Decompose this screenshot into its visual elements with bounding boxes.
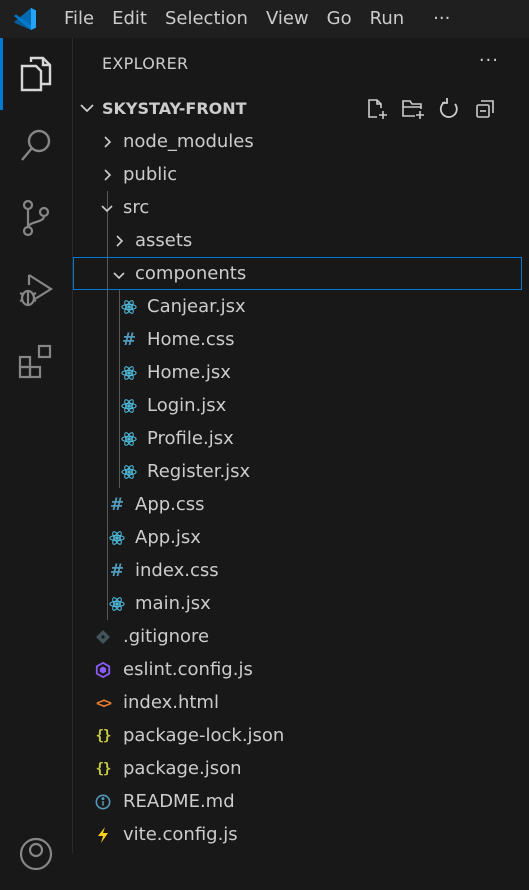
tree-item-index-css[interactable]: # index.css xyxy=(73,554,529,587)
explorer-header: EXPLORER xyxy=(102,54,189,73)
tree-item-readme[interactable]: README.md xyxy=(73,785,529,818)
tree-item-public[interactable]: public xyxy=(73,158,529,191)
tree-item-label: Profile.jsx xyxy=(147,428,234,449)
extensions-icon[interactable] xyxy=(0,326,72,398)
tree-item-src[interactable]: src xyxy=(73,191,529,224)
explorer-icon[interactable] xyxy=(0,38,72,110)
tree-item-label: README.md xyxy=(123,791,235,812)
source-control-icon[interactable] xyxy=(0,182,72,254)
tree-item-label: public xyxy=(123,164,178,185)
tree-item-home-css[interactable]: # Home.css xyxy=(73,323,529,356)
react-icon xyxy=(109,521,125,554)
tree-item-label: Home.jsx xyxy=(147,362,231,383)
tree-item-label: Canjear.jsx xyxy=(147,296,246,317)
tree-item-gitignore[interactable]: .gitignore xyxy=(73,620,529,653)
tree-item-app-jsx[interactable]: App.jsx xyxy=(73,521,529,554)
tree-item-label: src xyxy=(123,197,150,218)
tree-item-app-css[interactable]: # App.css xyxy=(73,488,529,521)
tree-item-label: vite.config.js xyxy=(123,824,238,845)
collapse-all-icon[interactable] xyxy=(471,97,499,121)
tree-item-profile-jsx[interactable]: Profile.jsx xyxy=(73,422,529,455)
tree-item-node-modules[interactable]: node_modules xyxy=(73,125,529,158)
tree-item-login-jsx[interactable]: Login.jsx xyxy=(73,389,529,422)
activity-bar xyxy=(0,38,73,871)
tree-item-label: App.jsx xyxy=(135,527,201,548)
tree-item-label: .gitignore xyxy=(123,626,210,647)
info-icon xyxy=(95,785,111,818)
tree-item-label: Home.css xyxy=(147,329,235,350)
tree-item-home-jsx[interactable]: Home.jsx xyxy=(73,356,529,389)
react-icon xyxy=(121,422,137,455)
chevron-down-icon xyxy=(99,191,115,224)
menu-view[interactable]: View xyxy=(257,0,318,38)
menu-edit[interactable]: Edit xyxy=(103,0,156,38)
tree-item-register-jsx[interactable]: Register.jsx xyxy=(73,455,529,488)
css-hash-icon: # xyxy=(109,494,125,515)
tree-item-eslint-config[interactable]: eslint.config.js xyxy=(73,653,529,686)
tree-item-vite-config[interactable]: vite.config.js xyxy=(73,818,529,851)
chevron-down-icon xyxy=(111,258,127,291)
vite-bolt-icon xyxy=(95,818,111,851)
tree-item-label: App.css xyxy=(135,494,205,515)
chevron-right-icon xyxy=(99,125,115,158)
tree-item-label: main.jsx xyxy=(135,593,211,614)
css-hash-icon: # xyxy=(121,329,137,350)
vscode-logo-icon[interactable] xyxy=(0,0,50,38)
chevron-down-icon xyxy=(79,100,95,120)
tree-item-label: package.json xyxy=(123,758,242,779)
new-folder-icon[interactable] xyxy=(399,97,427,121)
react-icon xyxy=(121,389,137,422)
tree-item-assets[interactable]: assets xyxy=(73,224,529,257)
menu-file[interactable]: File xyxy=(50,0,103,38)
project-name: SKYSTAY-FRONT xyxy=(102,99,247,118)
css-hash-icon: # xyxy=(109,560,125,581)
tree-item-label: package-lock.json xyxy=(123,725,285,746)
react-icon xyxy=(121,290,137,323)
react-icon xyxy=(109,587,125,620)
chevron-right-icon xyxy=(99,158,115,191)
eslint-icon xyxy=(95,653,111,686)
tree-item-label: Login.jsx xyxy=(147,395,227,416)
new-file-icon[interactable] xyxy=(363,97,391,121)
tree-item-label: node_modules xyxy=(123,131,254,152)
title-bar: File Edit Selection View Go Run ··· xyxy=(0,0,529,38)
menu-go[interactable]: Go xyxy=(318,0,361,38)
explorer-more-button[interactable]: ··· xyxy=(479,50,499,71)
menu-run[interactable]: Run xyxy=(361,0,414,38)
account-icon[interactable] xyxy=(0,818,72,890)
html-icon: <> xyxy=(95,693,112,712)
menu-selection[interactable]: Selection xyxy=(156,0,257,38)
json-icon: {} xyxy=(95,727,112,744)
tree-item-index-html[interactable]: <> index.html xyxy=(73,686,529,719)
react-icon xyxy=(121,455,137,488)
tree-item-label: Register.jsx xyxy=(147,461,251,482)
search-icon[interactable] xyxy=(0,110,72,182)
menu-more[interactable]: ··· xyxy=(413,0,459,38)
json-icon: {} xyxy=(95,760,112,777)
project-header[interactable]: SKYSTAY-FRONT xyxy=(73,92,529,125)
tree-item-label: assets xyxy=(135,230,193,251)
tree-item-canjear-jsx[interactable]: Canjear.jsx xyxy=(73,290,529,323)
explorer-sidebar: EXPLORER ··· SKYSTAY-FRONT node_modules … xyxy=(73,38,529,853)
tree-item-label: index.css xyxy=(135,560,219,581)
tree-item-main-jsx[interactable]: main.jsx xyxy=(73,587,529,620)
tree-item-label: eslint.config.js xyxy=(123,659,253,680)
run-debug-icon[interactable] xyxy=(0,254,72,326)
tree-item-label: components xyxy=(135,263,247,284)
tree-item-package-lock-json[interactable]: {} package-lock.json xyxy=(73,719,529,752)
react-icon xyxy=(121,356,137,389)
tree-item-label: index.html xyxy=(123,692,219,713)
chevron-right-icon xyxy=(111,224,127,257)
tree-item-components[interactable]: components xyxy=(73,257,522,290)
refresh-icon[interactable] xyxy=(435,97,463,121)
git-icon xyxy=(95,620,111,653)
tree-item-package-json[interactable]: {} package.json xyxy=(73,752,529,785)
